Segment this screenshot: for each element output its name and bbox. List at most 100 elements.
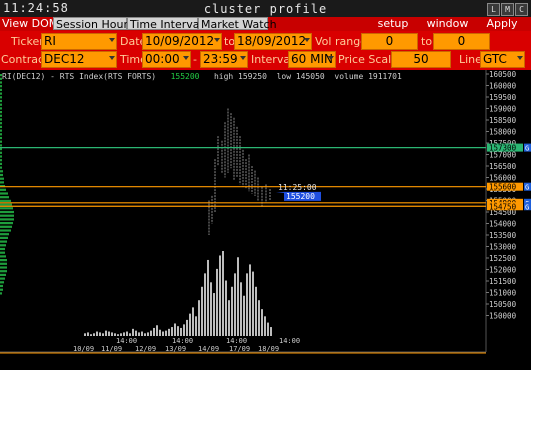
vol-to-label: to xyxy=(421,35,433,48)
apply-button[interactable]: Apply xyxy=(476,17,528,31)
tab-view-dom[interactable]: View DOM xyxy=(0,17,58,30)
interval-select[interactable]: 60 MIN xyxy=(288,51,336,68)
line-select[interactable]: GTC xyxy=(480,51,525,68)
tab-time-interval[interactable]: Time Interval xyxy=(127,17,203,31)
interval-label: Interval xyxy=(251,53,294,66)
contract-select[interactable]: DEC12 xyxy=(41,51,117,68)
vol-from-field[interactable]: 0 xyxy=(361,33,418,50)
volume-profile-bar xyxy=(0,92,2,95)
title-bar: 11:24:58 cluster profile L M C xyxy=(0,0,531,18)
volume-profile-bar xyxy=(0,222,13,225)
date-tick-label: 18/09 xyxy=(258,345,279,353)
volume-profile-bar xyxy=(0,133,2,136)
volume-bar xyxy=(144,333,146,336)
menu-row: View DOM Session Hours Time Interval Mar… xyxy=(0,17,531,31)
chevron-down-icon xyxy=(240,56,246,60)
volume-bar xyxy=(165,330,167,336)
close-button[interactable]: C xyxy=(515,3,528,16)
vol-to-field[interactable]: 0 xyxy=(433,33,490,50)
volume-profile-bar xyxy=(0,144,2,147)
volume-bar xyxy=(240,282,242,336)
volume-bar xyxy=(132,328,134,336)
ticker-select[interactable]: RI xyxy=(41,33,117,50)
price-tick-label: 151000 xyxy=(489,289,517,298)
price-tick-label: 151500 xyxy=(489,277,517,286)
volume-bar xyxy=(183,324,185,336)
volume-bar xyxy=(111,332,113,336)
volume-bar xyxy=(264,316,266,336)
volume-profile-bar xyxy=(0,77,2,80)
volume-bar xyxy=(174,323,176,336)
window-button[interactable]: window xyxy=(420,17,475,31)
minimize-button[interactable]: L xyxy=(487,3,500,16)
volume-profile-bar xyxy=(0,244,6,247)
volume-profile-bar xyxy=(0,288,3,291)
date-tick-label: 13/09 xyxy=(165,345,186,353)
volume-bar xyxy=(147,332,149,336)
date-to-field[interactable]: 18/09/2012 xyxy=(234,33,312,50)
date-tick-label: 11/09 xyxy=(101,345,122,353)
volume-bar xyxy=(87,332,89,336)
volume-bar xyxy=(249,264,251,336)
volume-bar xyxy=(180,327,182,336)
time-from-field[interactable]: 00:00 xyxy=(142,51,191,68)
volume-bar xyxy=(177,326,179,336)
time-to-field[interactable]: 23:59 xyxy=(200,51,248,68)
volume-bar xyxy=(99,332,101,336)
volume-bar xyxy=(120,333,122,336)
volume-profile-bar xyxy=(0,247,5,251)
volume-profile-bar xyxy=(0,273,6,276)
volume-bar xyxy=(270,327,272,336)
volume-bar xyxy=(171,327,173,336)
tab-session-hours[interactable]: Session Hours xyxy=(53,17,134,31)
volume-profile-bar xyxy=(0,229,11,232)
time-tick-label: 14:00 xyxy=(172,337,193,345)
price-tick-label: 153500 xyxy=(489,231,517,240)
volume-bar xyxy=(216,268,218,336)
volume-profile-bar xyxy=(0,114,2,117)
volume-profile-bar xyxy=(0,148,2,151)
volume-bar xyxy=(114,333,116,336)
date-tick-label: 17/09 xyxy=(229,345,250,353)
cursor-price-label: 155200 xyxy=(286,192,315,201)
volume-bar xyxy=(186,319,188,336)
volume-bar xyxy=(258,300,260,336)
price-scale-field[interactable]: 50 xyxy=(391,51,451,68)
price-tick-label: 156000 xyxy=(489,174,517,183)
tab-market-watch[interactable]: Market Watch xyxy=(198,17,277,31)
volume-profile-bar xyxy=(0,96,2,99)
price-tick-label: 160000 xyxy=(489,82,517,91)
price-tick-label: 150500 xyxy=(489,300,517,309)
ticker-label: Ticker xyxy=(11,35,44,48)
volume-profile-bar xyxy=(0,177,4,180)
level-marker-label: G xyxy=(525,145,529,153)
level-marker-label: G xyxy=(525,184,529,192)
volume-profile-bar xyxy=(0,281,4,284)
volume-bar xyxy=(204,273,206,336)
volume-profile-bar xyxy=(0,233,9,236)
volume-bar xyxy=(105,330,107,336)
volume-profile-bar xyxy=(0,196,9,199)
volume-bar xyxy=(210,282,212,336)
volume-profile-bar xyxy=(0,129,2,132)
volume-bar xyxy=(96,331,98,336)
volume-bar xyxy=(255,286,257,336)
date-from-value: 10/09/2012 xyxy=(145,34,215,48)
volume-bar xyxy=(261,309,263,336)
volume-profile-bar xyxy=(0,262,7,265)
volume-bar xyxy=(108,331,110,336)
cluster-chart[interactable]: RI(DEC12) - RTS Index(RTS FORTS) 155200 … xyxy=(0,70,531,370)
volume-profile-bar xyxy=(0,284,3,288)
price-tick-label: 158000 xyxy=(489,128,517,137)
volume-profile-bar xyxy=(0,255,6,258)
maximize-button[interactable]: M xyxy=(501,3,514,16)
volume-profile-bar xyxy=(0,103,2,106)
price-tick-label: 159500 xyxy=(489,93,517,102)
volume-bar xyxy=(243,295,245,336)
volume-bar xyxy=(117,334,119,336)
chevron-down-icon xyxy=(214,38,220,42)
price-tick-label: 152000 xyxy=(489,266,517,275)
setup-button[interactable]: setup xyxy=(367,17,419,31)
date-from-field[interactable]: 10/09/2012 xyxy=(142,33,222,50)
chevron-down-icon xyxy=(183,56,189,60)
